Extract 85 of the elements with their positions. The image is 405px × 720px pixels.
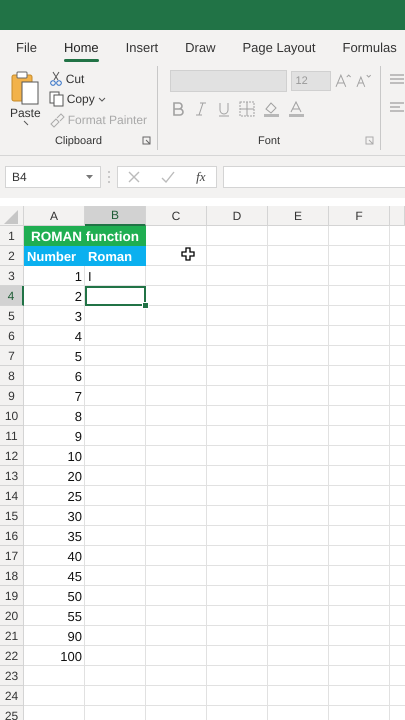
clipboard-icon xyxy=(10,70,40,106)
group-label: Clipboard xyxy=(54,135,102,147)
row-header[interactable]: 13 xyxy=(0,466,24,486)
column-header[interactable] xyxy=(390,206,405,226)
cut-button[interactable]: Cut xyxy=(46,70,150,87)
row-header[interactable]: 12 xyxy=(0,446,24,466)
cursor-icon xyxy=(181,247,195,261)
row-header[interactable]: 11 xyxy=(0,426,24,446)
table-cell-text: 2 xyxy=(74,288,83,306)
table-cell-text: 50 xyxy=(66,588,83,606)
caret-icon xyxy=(98,96,106,102)
cancel-icon[interactable] xyxy=(128,171,140,183)
align-icon[interactable] xyxy=(389,72,405,86)
group-label: Font xyxy=(258,135,280,147)
row-header[interactable]: 6 xyxy=(0,326,24,346)
table-cell-text: 90 xyxy=(66,628,83,646)
column-header[interactable]: A xyxy=(24,206,85,226)
row-header[interactable]: 23 xyxy=(0,666,24,686)
name-box[interactable]: B4 xyxy=(5,166,101,188)
table-cell-text: 1 xyxy=(74,268,83,286)
launcher-icon[interactable] xyxy=(142,136,151,145)
row-header[interactable]: 16 xyxy=(0,526,24,546)
table-cell-text: 5 xyxy=(74,348,83,366)
row-header[interactable]: 15 xyxy=(0,506,24,526)
table-cell: Roman xyxy=(85,246,146,266)
row-header[interactable]: 24 xyxy=(0,686,24,706)
caret-icon xyxy=(85,174,94,180)
enter-icon[interactable] xyxy=(161,171,176,183)
ribbon-tab[interactable]: File xyxy=(16,34,37,62)
table-cell-text: 55 xyxy=(66,608,83,626)
row-header[interactable]: 5 xyxy=(0,306,24,326)
column-header[interactable]: C xyxy=(146,206,207,226)
align-icon[interactable] xyxy=(389,100,405,114)
insert-function-button[interactable]: fx xyxy=(196,169,206,185)
table-cell-text: 10 xyxy=(66,448,83,466)
row-header[interactable]: 9 xyxy=(0,386,24,406)
caret-icon xyxy=(21,120,30,126)
row-header[interactable]: 8 xyxy=(0,366,24,386)
table-cell-text: 3 xyxy=(74,308,83,326)
row-header[interactable]: 20 xyxy=(0,606,24,626)
ribbon-tab[interactable]: Formulas xyxy=(342,34,397,62)
table-cell-text: 4 xyxy=(74,328,83,346)
table-cell-text: 30 xyxy=(66,508,83,526)
active-cell[interactable] xyxy=(85,286,146,306)
table-cell: Number xyxy=(24,246,85,266)
column-header[interactable]: F xyxy=(329,206,390,226)
column-header[interactable]: B xyxy=(85,206,146,226)
table-cell: ROMAN function xyxy=(24,226,146,246)
table-cell-text: 20 xyxy=(66,468,83,486)
paste-button[interactable]: Paste xyxy=(0,66,47,132)
row-header[interactable]: 17 xyxy=(0,546,24,566)
column-header[interactable]: D xyxy=(207,206,268,226)
table-cell-text: 7 xyxy=(74,388,83,406)
ribbon-tab[interactable]: Home xyxy=(64,34,99,62)
row-header[interactable]: 1 xyxy=(0,226,24,246)
table-cell-text: 8 xyxy=(74,408,83,426)
grip-icon xyxy=(107,170,111,184)
table-cell-text: 45 xyxy=(66,568,83,586)
formula-input[interactable] xyxy=(223,166,405,188)
row-header[interactable]: 14 xyxy=(0,486,24,506)
row-header[interactable]: 2 xyxy=(0,246,24,266)
row-header[interactable]: 3 xyxy=(0,266,24,286)
table-cell-text: 25 xyxy=(66,488,83,506)
scissors-icon xyxy=(48,71,63,86)
ribbon-tab[interactable]: Page Layout xyxy=(242,34,316,62)
row-header[interactable]: 22 xyxy=(0,646,24,666)
copy-button[interactable]: Copy xyxy=(46,90,150,108)
row-header[interactable]: 21 xyxy=(0,626,24,646)
row-header[interactable]: 25 xyxy=(0,706,24,720)
row-header[interactable]: 7 xyxy=(0,346,24,366)
row-header[interactable]: 19 xyxy=(0,586,24,606)
table-cell-text: 9 xyxy=(74,428,83,446)
table-cell-text: 6 xyxy=(74,368,83,386)
copy-icon xyxy=(48,91,64,107)
column-header[interactable]: E xyxy=(268,206,329,226)
row-header[interactable]: 18 xyxy=(0,566,24,586)
table-cell-text: 40 xyxy=(66,548,83,566)
table-cell-text: 100 xyxy=(59,648,83,666)
row-header[interactable]: 4 xyxy=(0,286,24,306)
brush-icon xyxy=(48,112,65,128)
table-cell-text: 35 xyxy=(66,528,83,546)
ribbon-tab[interactable]: Insert xyxy=(126,34,158,62)
table-cell-text: I xyxy=(87,268,93,286)
ribbon-tab[interactable]: Draw xyxy=(185,34,216,62)
row-header[interactable]: 10 xyxy=(0,406,24,426)
